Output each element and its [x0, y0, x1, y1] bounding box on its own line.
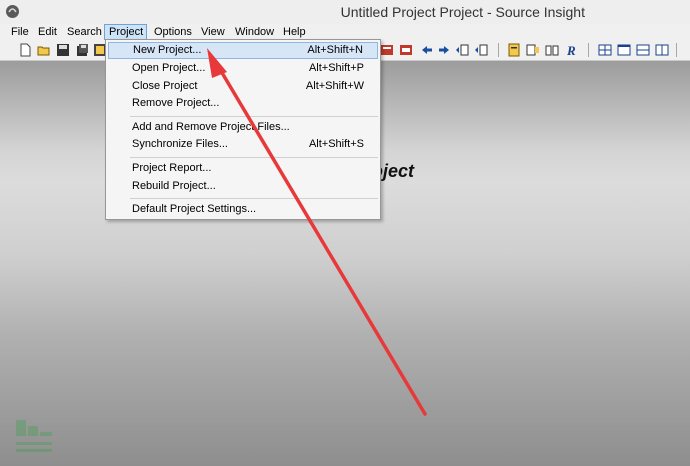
- menu-item-new-project[interactable]: New Project... Alt+Shift+N: [108, 42, 378, 59]
- menu-window[interactable]: Window: [231, 24, 278, 40]
- save-icon[interactable]: [56, 43, 70, 57]
- menu-item-label: Project Report...: [132, 162, 212, 174]
- menu-item-remove-project[interactable]: Remove Project...: [108, 95, 378, 112]
- book-icon[interactable]: [545, 43, 559, 57]
- menu-view[interactable]: View: [197, 24, 229, 40]
- new-file-icon[interactable]: [18, 43, 32, 57]
- window-single-icon[interactable]: [617, 43, 631, 57]
- menu-item-label: New Project...: [133, 44, 202, 56]
- menu-search[interactable]: Search: [63, 24, 106, 40]
- menu-item-label: Close Project: [132, 80, 198, 92]
- toolbar-separator: [588, 43, 589, 57]
- menu-item-project-report[interactable]: Project Report...: [108, 160, 378, 177]
- layout-icon[interactable]: R: [565, 43, 579, 57]
- menu-separator: [130, 116, 378, 117]
- project-menu-dropdown: New Project... Alt+Shift+N Open Project.…: [105, 39, 381, 220]
- menu-item-label: Add and Remove Project Files...: [132, 121, 290, 133]
- symbol-window-icon[interactable]: [455, 43, 469, 57]
- menu-item-label: Open Project...: [132, 62, 206, 74]
- window-title: Untitled Project Project - Source Insigh…: [340, 4, 585, 20]
- context-icon[interactable]: [474, 43, 488, 57]
- menu-item-rebuild-project[interactable]: Rebuild Project...: [108, 178, 378, 195]
- browse-icon[interactable]: [526, 43, 540, 57]
- menu-item-shortcut: Alt+Shift+W: [305, 80, 364, 92]
- relation-window-icon[interactable]: [399, 43, 413, 57]
- open-folder-icon[interactable]: [37, 43, 51, 57]
- window-tile-icon[interactable]: [598, 43, 612, 57]
- menu-item-label: Default Project Settings...: [132, 203, 257, 215]
- window-vertical-icon[interactable]: [655, 43, 669, 57]
- menu-project[interactable]: Project: [104, 24, 147, 40]
- bookmark-icon[interactable]: [380, 43, 394, 57]
- toolbar-separator: [498, 43, 499, 57]
- toolbar-separator: [676, 43, 677, 57]
- svg-text:R: R: [566, 43, 576, 57]
- jump-back-icon[interactable]: [420, 43, 434, 57]
- menu-item-shortcut: Alt+Shift+S: [308, 138, 364, 150]
- menu-item-label: Rebuild Project...: [132, 180, 216, 192]
- menu-file[interactable]: File: [7, 24, 33, 40]
- menu-edit[interactable]: Edit: [34, 24, 61, 40]
- menu-bar: File Edit Search Project Options View Wi…: [0, 24, 690, 40]
- menu-item-synchronize-files[interactable]: Synchronize Files... Alt+Shift+S: [108, 136, 378, 153]
- menu-separator: [130, 198, 378, 199]
- menu-item-shortcut: Alt+Shift+N: [307, 44, 363, 56]
- title-bar: Untitled Project Project - Source Insigh…: [0, 0, 690, 25]
- menu-item-open-project[interactable]: Open Project... Alt+Shift+P: [108, 60, 378, 77]
- menu-item-default-project-settings[interactable]: Default Project Settings...: [108, 201, 378, 218]
- jump-forward-icon[interactable]: [437, 43, 451, 57]
- menu-separator: [130, 157, 378, 158]
- menu-item-label: Synchronize Files...: [132, 138, 228, 150]
- watermark-logo: [16, 420, 52, 452]
- menu-item-add-remove-files[interactable]: Add and Remove Project Files...: [108, 119, 378, 136]
- menu-item-close-project[interactable]: Close Project Alt+Shift+W: [108, 78, 378, 95]
- save-all-icon[interactable]: [75, 43, 89, 57]
- lookup-icon[interactable]: [507, 43, 521, 57]
- menu-options[interactable]: Options: [150, 24, 196, 40]
- window-horizontal-icon[interactable]: [636, 43, 650, 57]
- menu-item-shortcut: Alt+Shift+P: [308, 62, 364, 74]
- menu-help[interactable]: Help: [279, 24, 310, 40]
- menu-item-label: Remove Project...: [132, 97, 220, 109]
